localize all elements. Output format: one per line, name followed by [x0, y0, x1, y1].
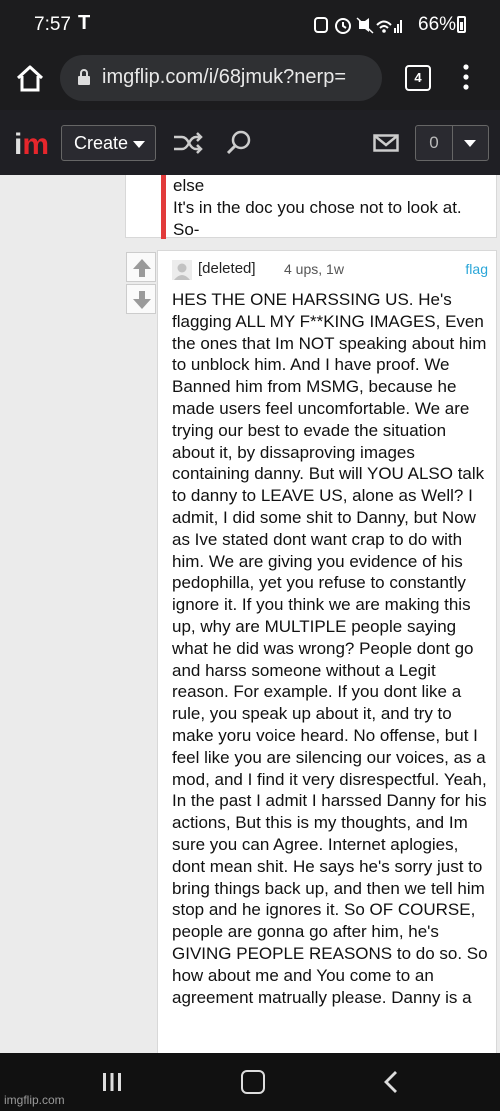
- watermark: imgflip.com: [4, 1093, 65, 1107]
- recents-icon[interactable]: [102, 1072, 122, 1092]
- create-label: Create: [74, 133, 129, 153]
- vote-controls: [126, 252, 158, 316]
- search-icon[interactable]: [226, 130, 252, 156]
- comments-section: else It's in the doc you chose not to lo…: [0, 175, 500, 1053]
- upvote-button[interactable]: [126, 252, 156, 282]
- reply-indicator-bar: [161, 175, 166, 239]
- comment-author[interactable]: [deleted]: [198, 260, 256, 277]
- url-text: imgflip.com/i/68jmuk?nerp=: [102, 66, 346, 88]
- previous-comment: else It's in the doc you chose not to lo…: [125, 175, 497, 241]
- caret-down-icon: [133, 141, 145, 148]
- lock-icon: [78, 69, 90, 85]
- browser-toolbar: imgflip.com/i/68jmuk?nerp= 4: [0, 50, 500, 110]
- navigation-bar: [0, 1053, 500, 1111]
- home-nav-icon[interactable]: [241, 1070, 265, 1094]
- overflow-menu-icon[interactable]: [456, 62, 476, 92]
- status-bar: 7:57 T 66%: [0, 0, 500, 50]
- tab-switcher-button[interactable]: 4: [405, 65, 431, 91]
- battery-percent: 66%: [418, 14, 457, 35]
- carrier-icon: T: [78, 12, 91, 34]
- arrow-down-icon: [133, 291, 151, 309]
- caret-down-icon: [464, 140, 476, 147]
- comment-line: else: [173, 176, 205, 195]
- comment-header: [deleted] 4 ups, 1w flag: [172, 259, 492, 281]
- create-button[interactable]: Create: [61, 125, 156, 161]
- flag-link[interactable]: flag: [465, 261, 488, 277]
- avatar[interactable]: [172, 260, 192, 280]
- comment-card: [deleted] 4 ups, 1w flag HES THE ONE HAR…: [157, 250, 497, 1053]
- logo-m: m: [22, 128, 50, 161]
- battery-icon: [457, 16, 466, 33]
- notifications-button[interactable]: 0: [415, 125, 489, 161]
- home-icon[interactable]: [14, 63, 46, 95]
- imgflip-logo[interactable]: im: [14, 130, 49, 160]
- mail-icon[interactable]: [373, 134, 399, 152]
- back-icon[interactable]: [383, 1070, 399, 1094]
- address-bar[interactable]: imgflip.com/i/68jmuk?nerp=: [60, 55, 382, 101]
- alarm-icon: [314, 17, 402, 34]
- comment-meta: 4 ups, 1w: [284, 261, 344, 277]
- shuffle-icon[interactable]: [172, 130, 204, 156]
- arrow-up-icon: [133, 259, 151, 277]
- site-header: im Create 0: [0, 110, 500, 175]
- previous-comment-text: else It's in the doc you chose not to lo…: [173, 175, 493, 241]
- comment-line: It's in the doc you chose not to look at…: [173, 198, 462, 217]
- notification-count: 0: [416, 126, 453, 160]
- status-icons: [313, 15, 403, 40]
- comment-line: So-: [173, 220, 200, 239]
- status-time: 7:57: [34, 14, 71, 35]
- downvote-button[interactable]: [126, 284, 156, 314]
- comment-text: HES THE ONE HARSSING US. He's flagging A…: [172, 290, 488, 1007]
- dots-vertical-icon: [463, 64, 469, 90]
